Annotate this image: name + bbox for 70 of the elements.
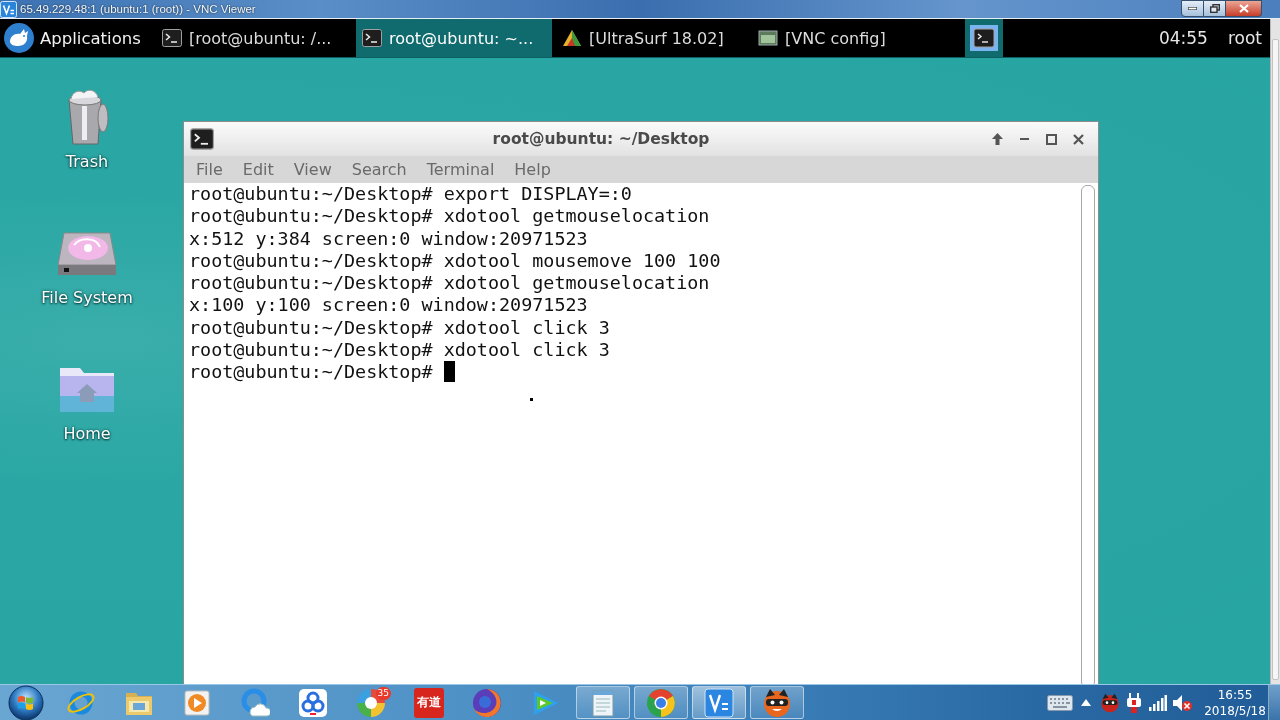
- app-logo: 有道: [414, 687, 444, 718]
- terminal-line: root@ubuntu:~/Desktop#: [189, 361, 433, 382]
- terminal-line: root@ubuntu:~/Desktop# xdotool getmouselocation: [189, 205, 710, 227]
- terminal-line: root@ubuntu:~/Desktop# xdotool getmouselocation: [189, 272, 710, 293]
- window-thumbnail-icon: [970, 25, 998, 51]
- keyboard-icon[interactable]: [1047, 694, 1073, 711]
- cat-face-icon[interactable]: [1100, 692, 1120, 713]
- minimize-button[interactable]: [1181, 0, 1204, 17]
- plug-icon[interactable]: [1126, 692, 1142, 713]
- orb-icon: [8, 684, 44, 720]
- logo-tile-icon: [0, 0, 17, 18]
- menu-item[interactable]: Search: [341, 160, 417, 179]
- taskbar-button[interactable]: 35: [344, 686, 398, 719]
- tray-date: 2018/5/18: [1204, 702, 1266, 719]
- mouse-logo-icon: [4, 23, 34, 53]
- window-icon: [758, 29, 778, 47]
- menu-item[interactable]: Terminal: [416, 160, 505, 179]
- speaker-muted-icon[interactable]: [1172, 693, 1192, 712]
- minimize-icon: [1188, 7, 1197, 10]
- task-button[interactable]: [root@ubuntu: /...: [156, 19, 352, 57]
- scrollbar[interactable]: [1270, 19, 1280, 684]
- taskbar-button[interactable]: 有道: [402, 686, 456, 719]
- panel-clock: 04:55: [1157, 27, 1209, 50]
- applications-menu-button[interactable]: Applications: [0, 19, 152, 57]
- drive-icon[interactable]: [58, 231, 116, 275]
- close-icon: [1073, 133, 1084, 145]
- terminal-line: root@ubuntu:~/Desktop# xdotool click 3: [189, 316, 610, 338]
- user-menu-button[interactable]: root: [1219, 19, 1270, 57]
- segmented-circle-icon: [356, 687, 386, 718]
- window-title: root@ubuntu: ~/Desktop: [491, 130, 711, 148]
- menu-item[interactable]: View: [283, 160, 342, 179]
- minimize-icon: [1020, 138, 1029, 140]
- desktop-icon-label[interactable]: Trash: [65, 152, 109, 172]
- terminal-line: root@ubuntu:~/Desktop# export DISPLAY=:0: [189, 183, 632, 204]
- globe-icon: [472, 687, 502, 718]
- cat-face-icon: [762, 687, 792, 718]
- terminal-line: root@ubuntu:~/Desktop# xdotool mousemove 100 100: [189, 249, 721, 271]
- signal-icon[interactable]: [1149, 694, 1167, 711]
- menu-item[interactable]: Edit: [232, 160, 284, 179]
- pyramid-icon: [562, 29, 582, 47]
- terminal-line: x:512 y:384 screen:0 window:20971523: [189, 227, 588, 249]
- terminal-icon: [362, 29, 382, 47]
- restore-icon: [1209, 4, 1220, 13]
- desktop-icon-label[interactable]: File System: [41, 288, 133, 308]
- arrow-up-icon: [992, 133, 1003, 145]
- close-button[interactable]: [1226, 0, 1262, 17]
- task-button[interactable]: root@ubuntu: ~...: [356, 19, 552, 57]
- taskbar-button[interactable]: [750, 686, 804, 719]
- tricolor-circle-icon: [646, 687, 676, 718]
- triangle-up-icon[interactable]: [1081, 699, 1091, 706]
- workspace-button[interactable]: [965, 19, 1003, 57]
- tray-time: 16:55: [1217, 686, 1253, 703]
- cloud-ring-icon: [240, 687, 270, 718]
- menu-item[interactable]: File: [186, 160, 233, 179]
- maximize-button[interactable]: [1204, 0, 1226, 17]
- maximize-icon: [1046, 133, 1057, 145]
- task-button[interactable]: [VNC config]: [752, 19, 902, 57]
- close-icon: [1238, 4, 1249, 13]
- play-icon: [182, 687, 212, 718]
- logo-tile-icon: [704, 687, 734, 718]
- menu-item[interactable]: Help: [504, 160, 561, 179]
- rings-tile-icon: [298, 687, 328, 718]
- terminal-icon: [162, 29, 182, 47]
- terminal-line: x:100 y:100 screen:0 window:20971523: [189, 294, 588, 316]
- task-button[interactable]: [UltraSurf 18.02]: [556, 19, 748, 57]
- terminal-icon: [190, 128, 214, 150]
- scrollbar[interactable]: [1081, 185, 1095, 684]
- terminal-line: root@ubuntu:~/Desktop# xdotool click 3: [189, 338, 610, 360]
- window-title: 65.49.229.48:1 (ubuntu:1 (root)) - VNC Viewer: [20, 3, 256, 15]
- desktop-icon-label[interactable]: Home: [63, 424, 111, 444]
